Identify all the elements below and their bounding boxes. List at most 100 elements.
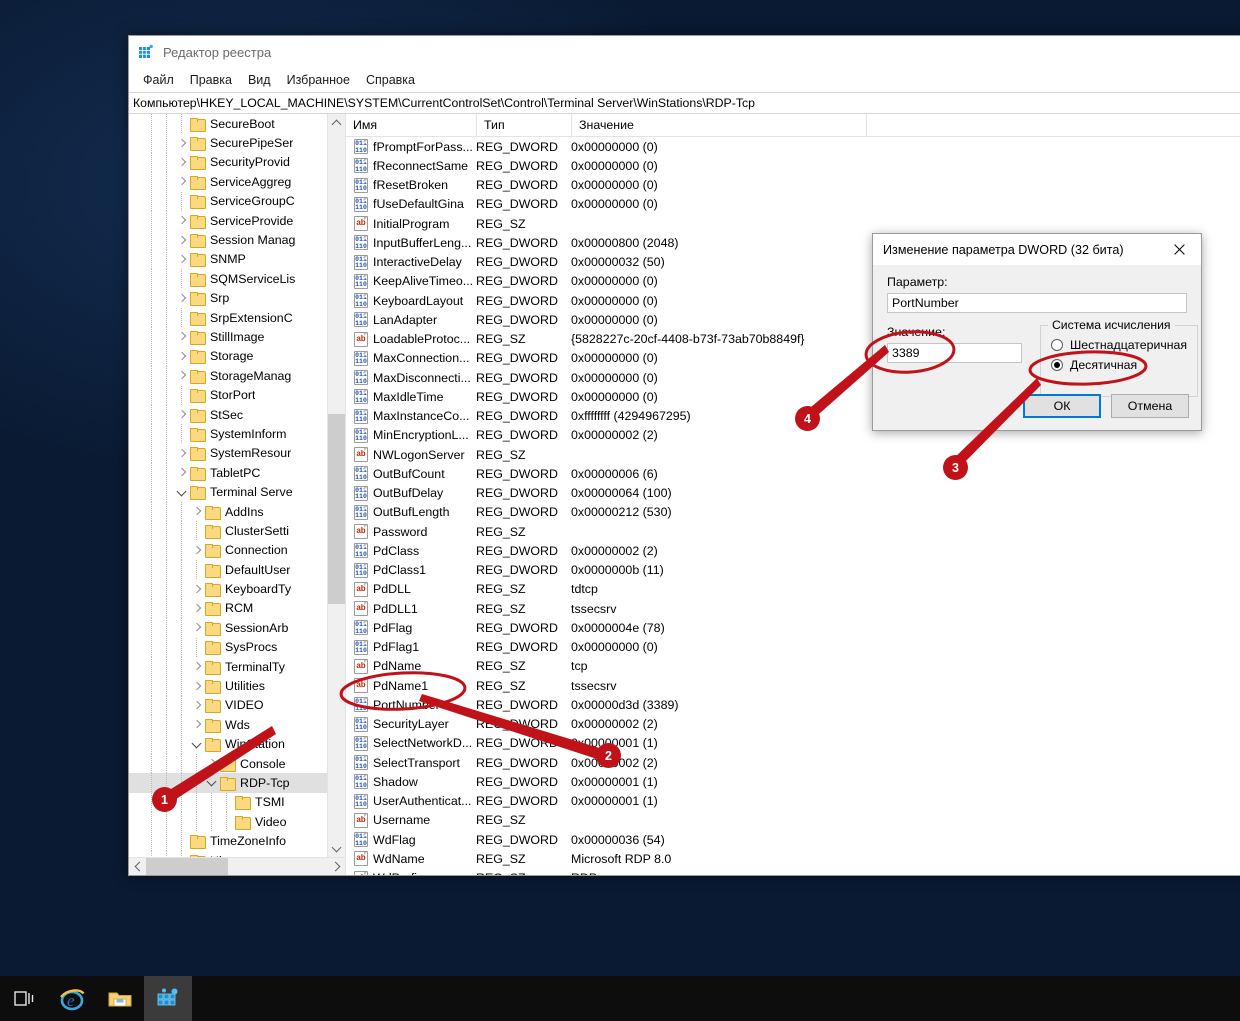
scroll-down-button[interactable] <box>328 840 345 857</box>
tree-item-keyboardty[interactable]: KeyboardTy <box>129 579 345 599</box>
table-row[interactable]: 011 110 PortNumber REG_DWORD 0x00000d3d (338… <box>346 695 1240 714</box>
tree-item-video[interactable]: VIDEO <box>129 695 345 715</box>
tree-item-sysprocs[interactable]: SysProcs <box>129 637 345 657</box>
tree-item-terminalty[interactable]: TerminalTy <box>129 657 345 677</box>
chevron-right-icon[interactable] <box>189 541 205 560</box>
chevron-right-icon[interactable] <box>189 618 205 637</box>
table-row[interactable]: 011 110 Shadow REG_DWORD 0x00000001 (1) <box>346 772 1240 791</box>
table-row[interactable]: ab PdDLL1 REG_SZ tssecsrv <box>346 599 1240 618</box>
chevron-right-icon[interactable] <box>174 134 190 153</box>
table-row[interactable]: 011 110 OutBufLength REG_DWORD 0x00000212 (5… <box>346 503 1240 522</box>
tree-item-rcm[interactable]: RCM <box>129 598 345 618</box>
table-row[interactable]: 011 110 WdFlag REG_DWORD 0x00000036 (54) <box>346 830 1240 849</box>
table-row[interactable]: ab WdName REG_SZ Microsoft RDP 8.0 <box>346 849 1240 868</box>
menu-help[interactable]: Справка <box>358 71 423 89</box>
close-icon[interactable] <box>1157 234 1201 265</box>
tree-item-sqmservicelis[interactable]: SQMServiceLis <box>129 269 345 289</box>
column-header-value[interactable]: Значение <box>571 114 866 136</box>
table-row[interactable]: ab Password REG_SZ <box>346 522 1240 541</box>
table-row[interactable]: 011 110 PdFlag1 REG_DWORD 0x00000000 (0) <box>346 638 1240 657</box>
table-row[interactable]: 011 110 fReconnectSame REG_DWORD 0x00000000 … <box>346 156 1240 175</box>
ok-button[interactable]: ОК <box>1023 394 1101 418</box>
tree-item-clustersetti[interactable]: ClusterSetti <box>129 521 345 541</box>
chevron-right-icon[interactable] <box>204 754 220 773</box>
internet-explorer-icon[interactable]: e <box>48 976 96 1021</box>
tree-item-session-manag[interactable]: Session Manag <box>129 230 345 250</box>
cancel-button[interactable]: Отмена <box>1111 394 1189 418</box>
tree-item-defaultuser[interactable]: DefaultUser <box>129 560 345 580</box>
value-input[interactable]: 3389 <box>887 343 1022 363</box>
tree-item-terminal-serve[interactable]: Terminal Serve <box>129 482 345 502</box>
chevron-right-icon[interactable] <box>174 347 190 366</box>
table-row[interactable]: 011 110 SelectTransport REG_DWORD 0x00000002… <box>346 753 1240 772</box>
tree-item-secureboot[interactable]: SecureBoot <box>129 114 345 134</box>
chevron-right-icon[interactable] <box>174 289 190 308</box>
scroll-left-button[interactable] <box>129 858 146 875</box>
scroll-thumb[interactable] <box>328 414 345 604</box>
chevron-right-icon[interactable] <box>174 444 190 463</box>
table-row[interactable]: 011 110 UserAuthenticat... REG_DWORD 0x00000… <box>346 792 1240 811</box>
radio-hexadecimal-button[interactable] <box>1051 339 1063 351</box>
tree-item-console[interactable]: Console <box>129 754 345 774</box>
chevron-right-icon[interactable] <box>189 599 205 618</box>
table-row[interactable]: 011 110 fUseDefaultGina REG_DWORD 0x00000000… <box>346 195 1240 214</box>
registry-editor-icon[interactable] <box>144 976 192 1021</box>
table-row[interactable]: ab PdName REG_SZ tcp <box>346 657 1240 676</box>
column-header-type[interactable]: Тип <box>476 114 571 136</box>
chevron-right-icon[interactable] <box>174 153 190 172</box>
menu-edit[interactable]: Правка <box>182 71 240 89</box>
tree-item-stsec[interactable]: StSec <box>129 405 345 425</box>
tree-item-wds[interactable]: Wds <box>129 715 345 735</box>
chevron-down-icon[interactable] <box>174 483 190 502</box>
tree-item-stillimage[interactable]: StillImage <box>129 327 345 347</box>
table-row[interactable]: 011 110 PdFlag REG_DWORD 0x0000004e (78) <box>346 618 1240 637</box>
chevron-right-icon[interactable] <box>189 580 205 599</box>
chevron-down-icon[interactable] <box>204 773 220 792</box>
tree-item-connection[interactable]: Connection <box>129 540 345 560</box>
radio-hexadecimal[interactable]: Шестнадцатеричная <box>1051 338 1187 352</box>
table-row[interactable]: 011 110 fResetBroken REG_DWORD 0x00000000 (0… <box>346 176 1240 195</box>
chevron-right-icon[interactable] <box>174 405 190 424</box>
address-bar[interactable]: Компьютер\HKEY_LOCAL_MACHINE\SYSTEM\Curr… <box>129 92 1240 114</box>
table-row[interactable]: 011 110 SelectNetworkD... REG_DWORD 0x000000… <box>346 734 1240 753</box>
tree-item-sessionarb[interactable]: SessionArb <box>129 618 345 638</box>
task-view-icon[interactable] <box>0 976 48 1021</box>
table-row[interactable]: 011 110 fPromptForPass... REG_DWORD 0x000000… <box>346 137 1240 156</box>
chevron-right-icon[interactable] <box>174 327 190 346</box>
tree-horizontal-scrollbar[interactable] <box>129 857 345 875</box>
param-name-input[interactable]: PortNumber <box>887 293 1187 313</box>
chevron-right-icon[interactable] <box>174 231 190 250</box>
column-header-name[interactable]: Имя <box>346 114 476 136</box>
table-row[interactable]: 011 110 SecurityLayer REG_DWORD 0x00000002 (… <box>346 715 1240 734</box>
chevron-right-icon[interactable] <box>189 502 205 521</box>
chevron-down-icon[interactable] <box>189 735 205 754</box>
chevron-right-icon[interactable] <box>189 677 205 696</box>
chevron-right-icon[interactable] <box>174 250 190 269</box>
table-row[interactable]: 011 110 PdClass1 REG_DWORD 0x0000000b (11) <box>346 561 1240 580</box>
tree-item-storagemanag[interactable]: StorageManag <box>129 366 345 386</box>
table-row[interactable]: ab InitialProgram REG_SZ <box>346 214 1240 233</box>
tree-item-servicegroupc[interactable]: ServiceGroupC <box>129 191 345 211</box>
scroll-right-button[interactable] <box>328 858 345 875</box>
tree-item-video[interactable]: Video <box>129 812 345 832</box>
hscroll-thumb[interactable] <box>146 858 228 875</box>
tree-item-storport[interactable]: StorPort <box>129 385 345 405</box>
tree-item-tabletpc[interactable]: TabletPC <box>129 463 345 483</box>
table-row[interactable]: ab WdPrefix REG_SZRDP <box>346 869 1240 875</box>
tree-item-utilities[interactable]: Utilities <box>129 676 345 696</box>
tree-item-securepipeser[interactable]: SecurePipeSer <box>129 133 345 153</box>
tree-item-securityprovid[interactable]: SecurityProvid <box>129 152 345 172</box>
chevron-right-icon[interactable] <box>174 366 190 385</box>
tree-item-winstation[interactable]: WinStation <box>129 734 345 754</box>
tree-vertical-scrollbar[interactable] <box>327 114 345 857</box>
tree-item-addins[interactable]: AddIns <box>129 502 345 521</box>
tree-item-srp[interactable]: Srp <box>129 288 345 308</box>
table-row[interactable]: 011 110 PdClass REG_DWORD 0x00000002 (2) <box>346 541 1240 560</box>
tree-item-tsmi[interactable]: TSMI <box>129 792 345 812</box>
radio-decimal-button[interactable] <box>1051 359 1063 371</box>
tree-item-serviceaggreg[interactable]: ServiceAggreg <box>129 172 345 192</box>
chevron-right-icon[interactable] <box>189 657 205 676</box>
table-row[interactable]: ab NWLogonServer REG_SZ <box>346 445 1240 464</box>
tree-item-timezoneinfo[interactable]: TimeZoneInfo <box>129 831 345 851</box>
chevron-right-icon[interactable] <box>174 172 190 191</box>
